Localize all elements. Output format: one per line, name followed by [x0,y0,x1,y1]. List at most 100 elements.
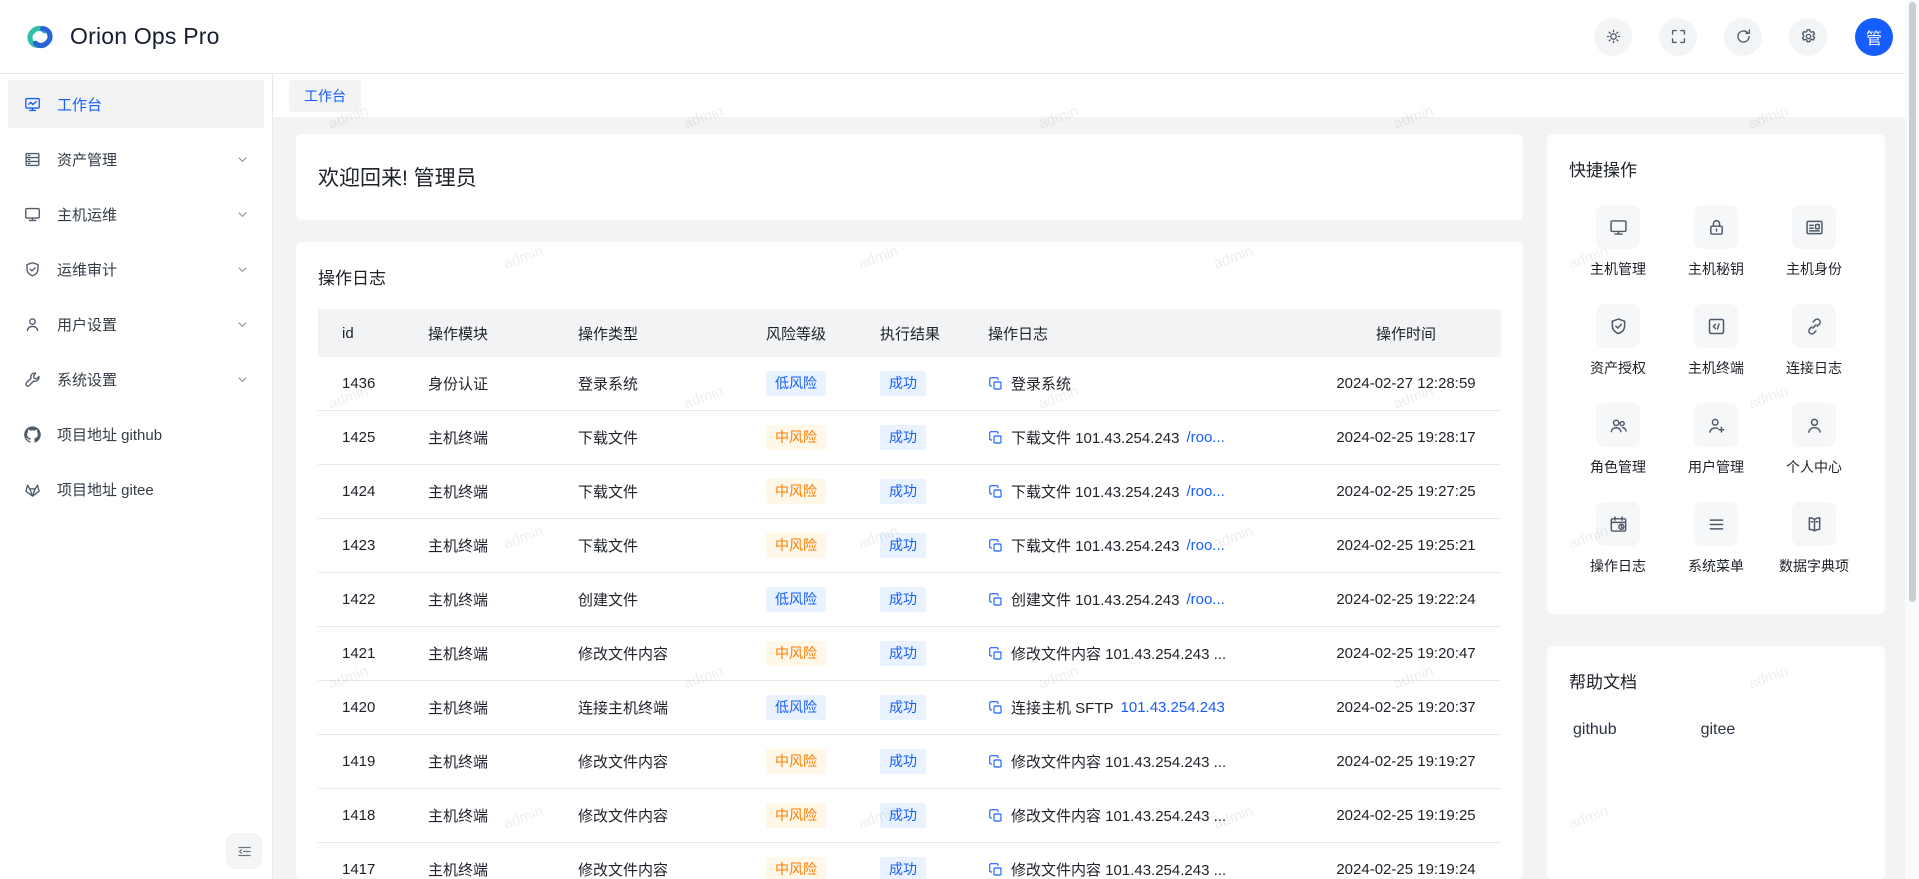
breadcrumb-tag-workbench[interactable]: 工作台 [289,80,361,112]
table-row: 1425主机终端下载文件中风险成功下载文件 101.43.254.243 /ro… [318,411,1501,465]
cell-time: 2024-02-25 19:19:25 [1311,807,1501,824]
refresh-button[interactable] [1724,18,1762,56]
copy-log-button[interactable] [988,484,1004,500]
quick-action-shield-check[interactable]: 资产授权 [1569,304,1667,378]
sidebar-item-github[interactable]: 项目地址 github [8,410,264,458]
fullscreen-icon [1669,27,1688,46]
sidebar-item-dashboard[interactable]: 工作台 [8,80,264,128]
cell-type: 登录系统 [578,373,766,394]
table-column-header: 风险等级 [766,323,880,344]
chevron-down-icon [235,207,250,222]
cell-result: 成功 [880,533,988,557]
table-column-header: 操作日志 [988,323,1311,344]
log-link[interactable]: /roo... [1186,591,1224,608]
sidebar-item-shield-check[interactable]: 运维审计 [8,245,264,293]
sidebar-item-desktop[interactable]: 主机运维 [8,190,264,238]
table-row: 1418主机终端修改文件内容中风险成功修改文件内容 101.43.254.243… [318,789,1501,843]
fullscreen-button[interactable] [1659,18,1697,56]
log-text: 连接主机 SFTP [1011,697,1114,718]
cell-time: 2024-02-25 19:25:21 [1311,537,1501,554]
copy-icon [988,754,1004,770]
log-link[interactable]: 101.43.254.243 [1121,699,1225,716]
cell-id: 1418 [318,807,428,824]
quick-action-icon-box [1792,403,1836,447]
quick-action-user[interactable]: 个人中心 [1765,403,1863,477]
cell-time: 2024-02-27 12:28:59 [1311,375,1501,392]
copy-log-button[interactable] [988,646,1004,662]
scrollbar-thumb[interactable] [1909,2,1916,602]
copy-log-button[interactable] [988,430,1004,446]
risk-tag: 低风险 [766,371,826,395]
log-link[interactable]: /roo... [1186,537,1224,554]
cell-module: 主机终端 [428,589,578,610]
copy-log-button[interactable] [988,700,1004,716]
sidebar-collapse-button[interactable] [226,833,262,869]
log-link[interactable]: /roo... [1186,483,1224,500]
risk-tag: 中风险 [766,533,826,557]
sidebar-item-user[interactable]: 用户设置 [8,300,264,348]
quick-action-desktop[interactable]: 主机管理 [1569,205,1667,279]
cell-time: 2024-02-25 19:20:47 [1311,645,1501,662]
quick-action-label: 用户管理 [1688,457,1744,477]
quick-action-idcard[interactable]: 主机身份 [1765,205,1863,279]
quick-action-user-add[interactable]: 用户管理 [1667,403,1765,477]
copy-log-button[interactable] [988,754,1004,770]
result-tag: 成功 [880,479,926,503]
quick-action-label: 数据字典项 [1779,556,1849,576]
quick-action-lock[interactable]: 主机秘钥 [1667,205,1765,279]
table-row: 1420主机终端连接主机终端低风险成功连接主机 SFTP 101.43.254.… [318,681,1501,735]
shield-check-icon [23,260,42,279]
quick-action-menu[interactable]: 系统菜单 [1667,502,1765,576]
operation-log-card: 操作日志 id操作模块操作类型风险等级执行结果操作日志操作时间 1436身份认证… [296,242,1523,879]
cell-log: 登录系统 [988,373,1311,394]
log-link[interactable]: /roo... [1186,429,1224,446]
main-column: 欢迎回来! 管理员 操作日志 id操作模块操作类型风险等级执行结果操作日志操作时… [296,134,1523,879]
user-avatar[interactable]: 管 [1855,18,1893,56]
copy-log-button[interactable] [988,538,1004,554]
book-icon [1804,514,1825,535]
quick-action-calendar-clock[interactable]: 操作日志 [1569,502,1667,576]
cell-id: 1425 [318,429,428,446]
cell-risk: 低风险 [766,587,880,611]
help-link-gitee[interactable]: gitee [1701,721,1736,739]
cell-type: 下载文件 [578,535,766,556]
copy-log-button[interactable] [988,592,1004,608]
table-row: 1436身份认证登录系统低风险成功登录系统2024-02-27 12:28:59 [318,357,1501,411]
cell-type: 连接主机终端 [578,697,766,718]
table-header-row: id操作模块操作类型风险等级执行结果操作日志操作时间 [318,309,1501,357]
sidebar-item-storage[interactable]: 资产管理 [8,135,264,183]
copy-icon [988,484,1004,500]
sidebar-item-gitee[interactable]: 项目地址 gitee [8,465,264,513]
cell-result: 成功 [880,587,988,611]
log-text: 修改文件内容 101.43.254.243 ... [1011,859,1226,879]
quick-action-user-group[interactable]: 角色管理 [1569,403,1667,477]
breadcrumb: 工作台 [273,74,1919,117]
quick-action-label: 连接日志 [1786,358,1842,378]
table-row: 1421主机终端修改文件内容中风险成功修改文件内容 101.43.254.243… [318,627,1501,681]
app-logo[interactable]: Orion Ops Pro [20,17,220,57]
storage-icon [23,150,42,169]
cell-id: 1436 [318,375,428,392]
theme-toggle-button[interactable] [1594,18,1632,56]
cell-time: 2024-02-25 19:19:24 [1311,861,1501,878]
sidebar: 工作台资产管理主机运维运维审计用户设置系统设置项目地址 github 项目地址 g… [0,74,273,879]
shield-check-icon [1608,316,1629,337]
help-link-github[interactable]: github [1573,721,1617,739]
copy-log-button[interactable] [988,376,1004,392]
quick-action-label: 角色管理 [1590,457,1646,477]
copy-log-button[interactable] [988,808,1004,824]
settings-button[interactable] [1789,18,1827,56]
link-icon [1804,316,1825,337]
scrollbar-track [1905,0,1919,879]
cell-id: 1424 [318,483,428,500]
quick-action-book[interactable]: 数据字典项 [1765,502,1863,576]
copy-log-button[interactable] [988,862,1004,878]
result-tag: 成功 [880,749,926,773]
copy-icon [988,430,1004,446]
sidebar-item-wrench[interactable]: 系统设置 [8,355,264,403]
gitee-icon [23,480,42,499]
quick-action-link[interactable]: 连接日志 [1765,304,1863,378]
user-icon [23,315,42,334]
quick-action-code-square[interactable]: 主机终端 [1667,304,1765,378]
cell-result: 成功 [880,641,988,665]
